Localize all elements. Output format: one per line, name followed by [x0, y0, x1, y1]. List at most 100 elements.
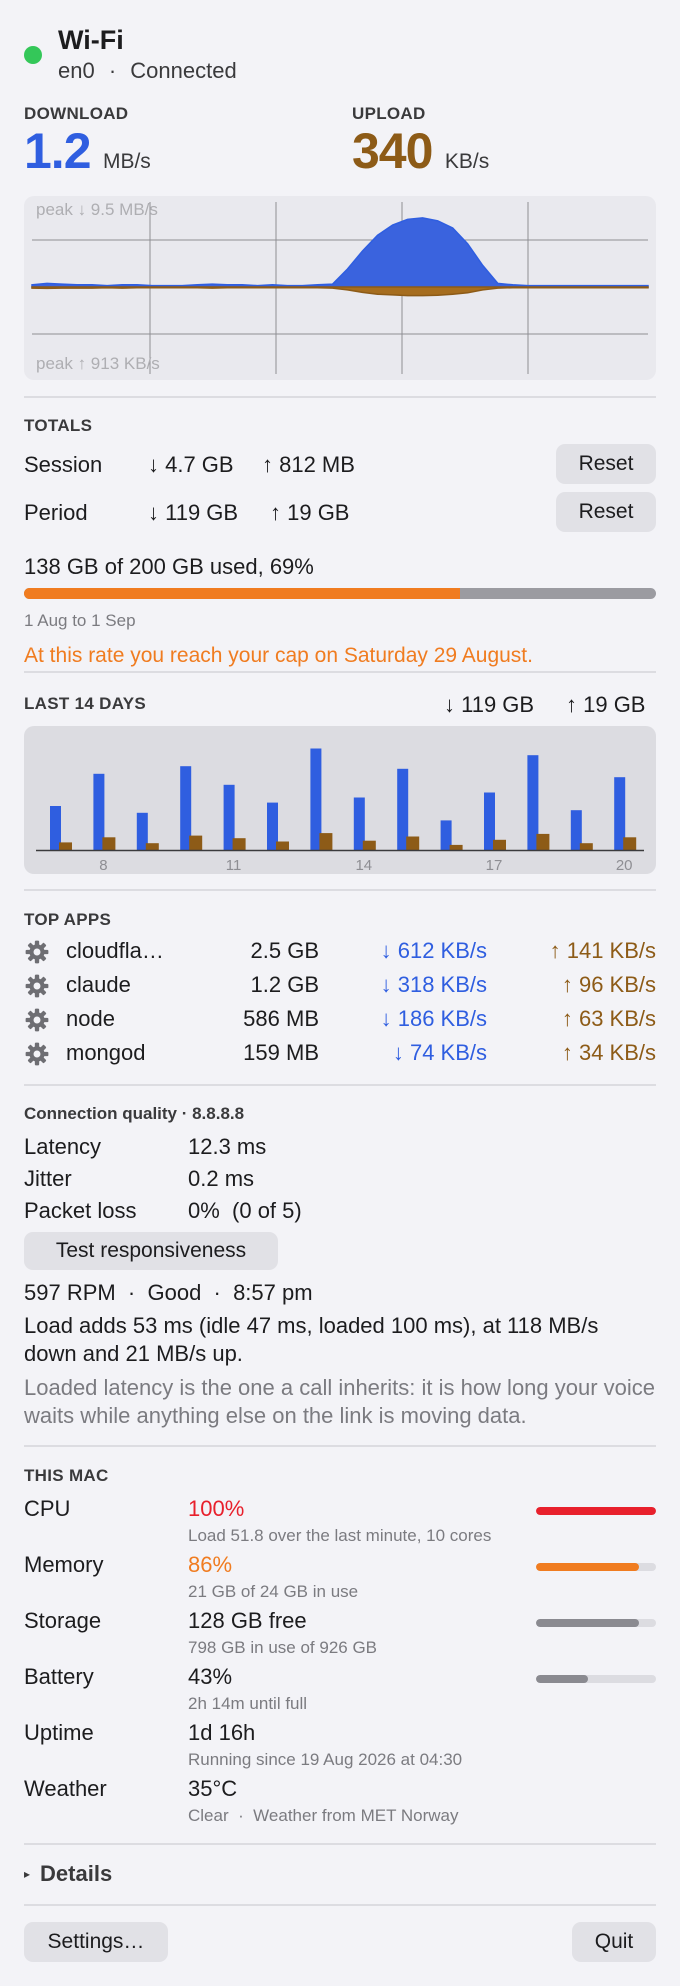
peak-download-label: peak ↓ 9.5 MB/s: [36, 200, 158, 219]
reset-session-button[interactable]: Reset: [556, 444, 656, 484]
upload-bar: [579, 843, 593, 850]
packet-loss-label: Packet loss: [24, 1198, 137, 1223]
period-range: 1 Aug to 1 Sep: [24, 611, 136, 630]
app-download-rate: ↓ 74 KB/s: [392, 1040, 487, 1065]
connection-subtitle: en0 · Connected: [58, 58, 237, 84]
usage-progress-fill: [24, 588, 461, 599]
status-dot: [24, 46, 42, 64]
daily-usage-chart: 8 11 14 17 20: [24, 726, 656, 874]
daily-chart-canvas: 8 11 14 17 20: [36, 748, 644, 874]
mac-row-detail: 21 GB of 24 GB in use: [188, 1582, 359, 1601]
mac-row-label: Weather: [24, 1776, 107, 1801]
gear-icon: [24, 1041, 50, 1067]
divider: [24, 889, 656, 891]
x-tick-label: 20: [616, 857, 633, 874]
subtitle-separator: ·: [108, 58, 117, 83]
upload-bar: [406, 836, 420, 850]
divider: [24, 1843, 656, 1845]
reset-period-button[interactable]: Reset: [556, 492, 656, 532]
latency-value: 12.3 ms: [188, 1134, 267, 1159]
gear-icon: [24, 1007, 50, 1033]
period-upload: ↑ 19 GB: [270, 500, 350, 525]
interface-name: en0: [58, 58, 95, 83]
mac-row-value: 128 GB free: [188, 1608, 307, 1633]
app-name: mongod: [66, 1040, 146, 1065]
disclosure-triangle-icon: ▸: [24, 1867, 31, 1881]
settings-button[interactable]: Settings…: [24, 1922, 168, 1962]
top-apps-heading: TOP APPS: [24, 910, 112, 929]
quit-button[interactable]: Quit: [572, 1922, 656, 1962]
details-disclosure[interactable]: ▸ Details: [24, 1861, 112, 1887]
live-graph-canvas: [31, 202, 649, 374]
mac-row-detail: Clear · Weather from MET Norway: [188, 1806, 459, 1825]
upload-bar: [493, 839, 506, 850]
app-upload-rate: ↑ 34 KB/s: [561, 1040, 656, 1065]
divider: [24, 671, 656, 673]
cap-warning: At this rate you reach your cap on Satur…: [24, 644, 533, 667]
upload-bar: [59, 842, 72, 850]
usage-progress-bar: [24, 588, 656, 599]
upload-bar: [276, 841, 289, 850]
peak-upload-label: peak ↑ 913 KB/s: [36, 354, 160, 373]
upload-bar: [232, 838, 246, 850]
divider: [24, 1445, 656, 1447]
quality-heading: Connection quality · 8.8.8.8: [24, 1104, 245, 1123]
download-area: [31, 217, 649, 288]
upload-bar: [102, 837, 116, 850]
x-tick-label: 11: [226, 857, 242, 874]
app-download-rate: ↓ 318 KB/s: [380, 972, 487, 997]
app-name: node: [66, 1006, 115, 1031]
latency-label: Latency: [24, 1134, 102, 1159]
mac-level-fill: [536, 1563, 640, 1571]
download-value: 1.2: [24, 123, 92, 179]
live-throughput-graph: peak ↓ 9.5 MB/s peak ↑ 913 KB/s: [24, 196, 656, 380]
mac-row-value: 100%: [188, 1496, 245, 1521]
latency-explanation: Loaded latency is the one a call inherit…: [24, 1375, 656, 1428]
session-upload: ↑ 812 MB: [262, 452, 355, 477]
download-label: DOWNLOAD: [24, 104, 129, 123]
upload-unit: KB/s: [444, 150, 490, 173]
mac-row-label: Storage: [24, 1608, 102, 1633]
mac-row-detail: Running since 19 Aug 2026 at 04:30: [188, 1750, 463, 1769]
app-total: 2.5 GB: [250, 938, 319, 963]
app-name: claude: [66, 972, 131, 997]
mac-row-label: Memory: [24, 1552, 104, 1577]
totals-heading: TOTALS: [24, 416, 93, 435]
mac-row-label: Battery: [24, 1664, 94, 1689]
mac-row-value: 86%: [188, 1552, 233, 1577]
upload-bar: [362, 840, 376, 850]
mac-row-detail: 798 GB in use of 926 GB: [188, 1638, 378, 1657]
app-download-rate: ↓ 186 KB/s: [380, 1006, 487, 1031]
gear-icon: [24, 973, 50, 999]
connection-status: Connected: [130, 58, 237, 83]
mac-row-value: 43%: [188, 1664, 233, 1689]
session-download: ↓ 4.7 GB: [148, 452, 234, 477]
mac-row-label: Uptime: [24, 1720, 94, 1745]
period-download: ↓ 119 GB: [148, 500, 239, 525]
last14-upload-total: ↑ 19 GB: [566, 692, 646, 717]
mac-level-bar: [536, 1619, 656, 1627]
mac-level-bar: [536, 1563, 656, 1571]
mac-level-fill: [536, 1675, 588, 1683]
upload-bar: [623, 837, 637, 850]
load-summary: Load adds 53 ms (idle 47 ms, loaded 100 …: [24, 1313, 599, 1366]
session-label: Session: [24, 452, 103, 477]
mac-row-value: 1d 16h: [188, 1720, 256, 1745]
app-name: cloudfla…: [66, 938, 164, 963]
x-tick-label: 8: [99, 857, 107, 874]
download-rate: 1.2 MB/s: [24, 122, 151, 180]
test-responsiveness-button[interactable]: Test responsiveness: [24, 1232, 278, 1270]
last14-heading: LAST 14 DAYS: [24, 694, 147, 713]
mac-level-bar: [536, 1675, 656, 1683]
upload-bar: [145, 843, 159, 850]
download-unit: MB/s: [102, 150, 151, 173]
mac-row-label: CPU: [24, 1496, 71, 1521]
divider: [24, 1904, 656, 1906]
app-upload-rate: ↑ 96 KB/s: [561, 972, 656, 997]
x-tick-label: 17: [486, 857, 503, 874]
app-download-rate: ↓ 612 KB/s: [380, 938, 487, 963]
upload-rate: 340 KB/s: [352, 122, 489, 180]
app-total: 586 MB: [243, 1006, 319, 1031]
mac-row-detail: Load 51.8 over the last minute, 10 cores: [188, 1526, 492, 1545]
usage-summary: 138 GB of 200 GB used, 69%: [24, 554, 314, 579]
